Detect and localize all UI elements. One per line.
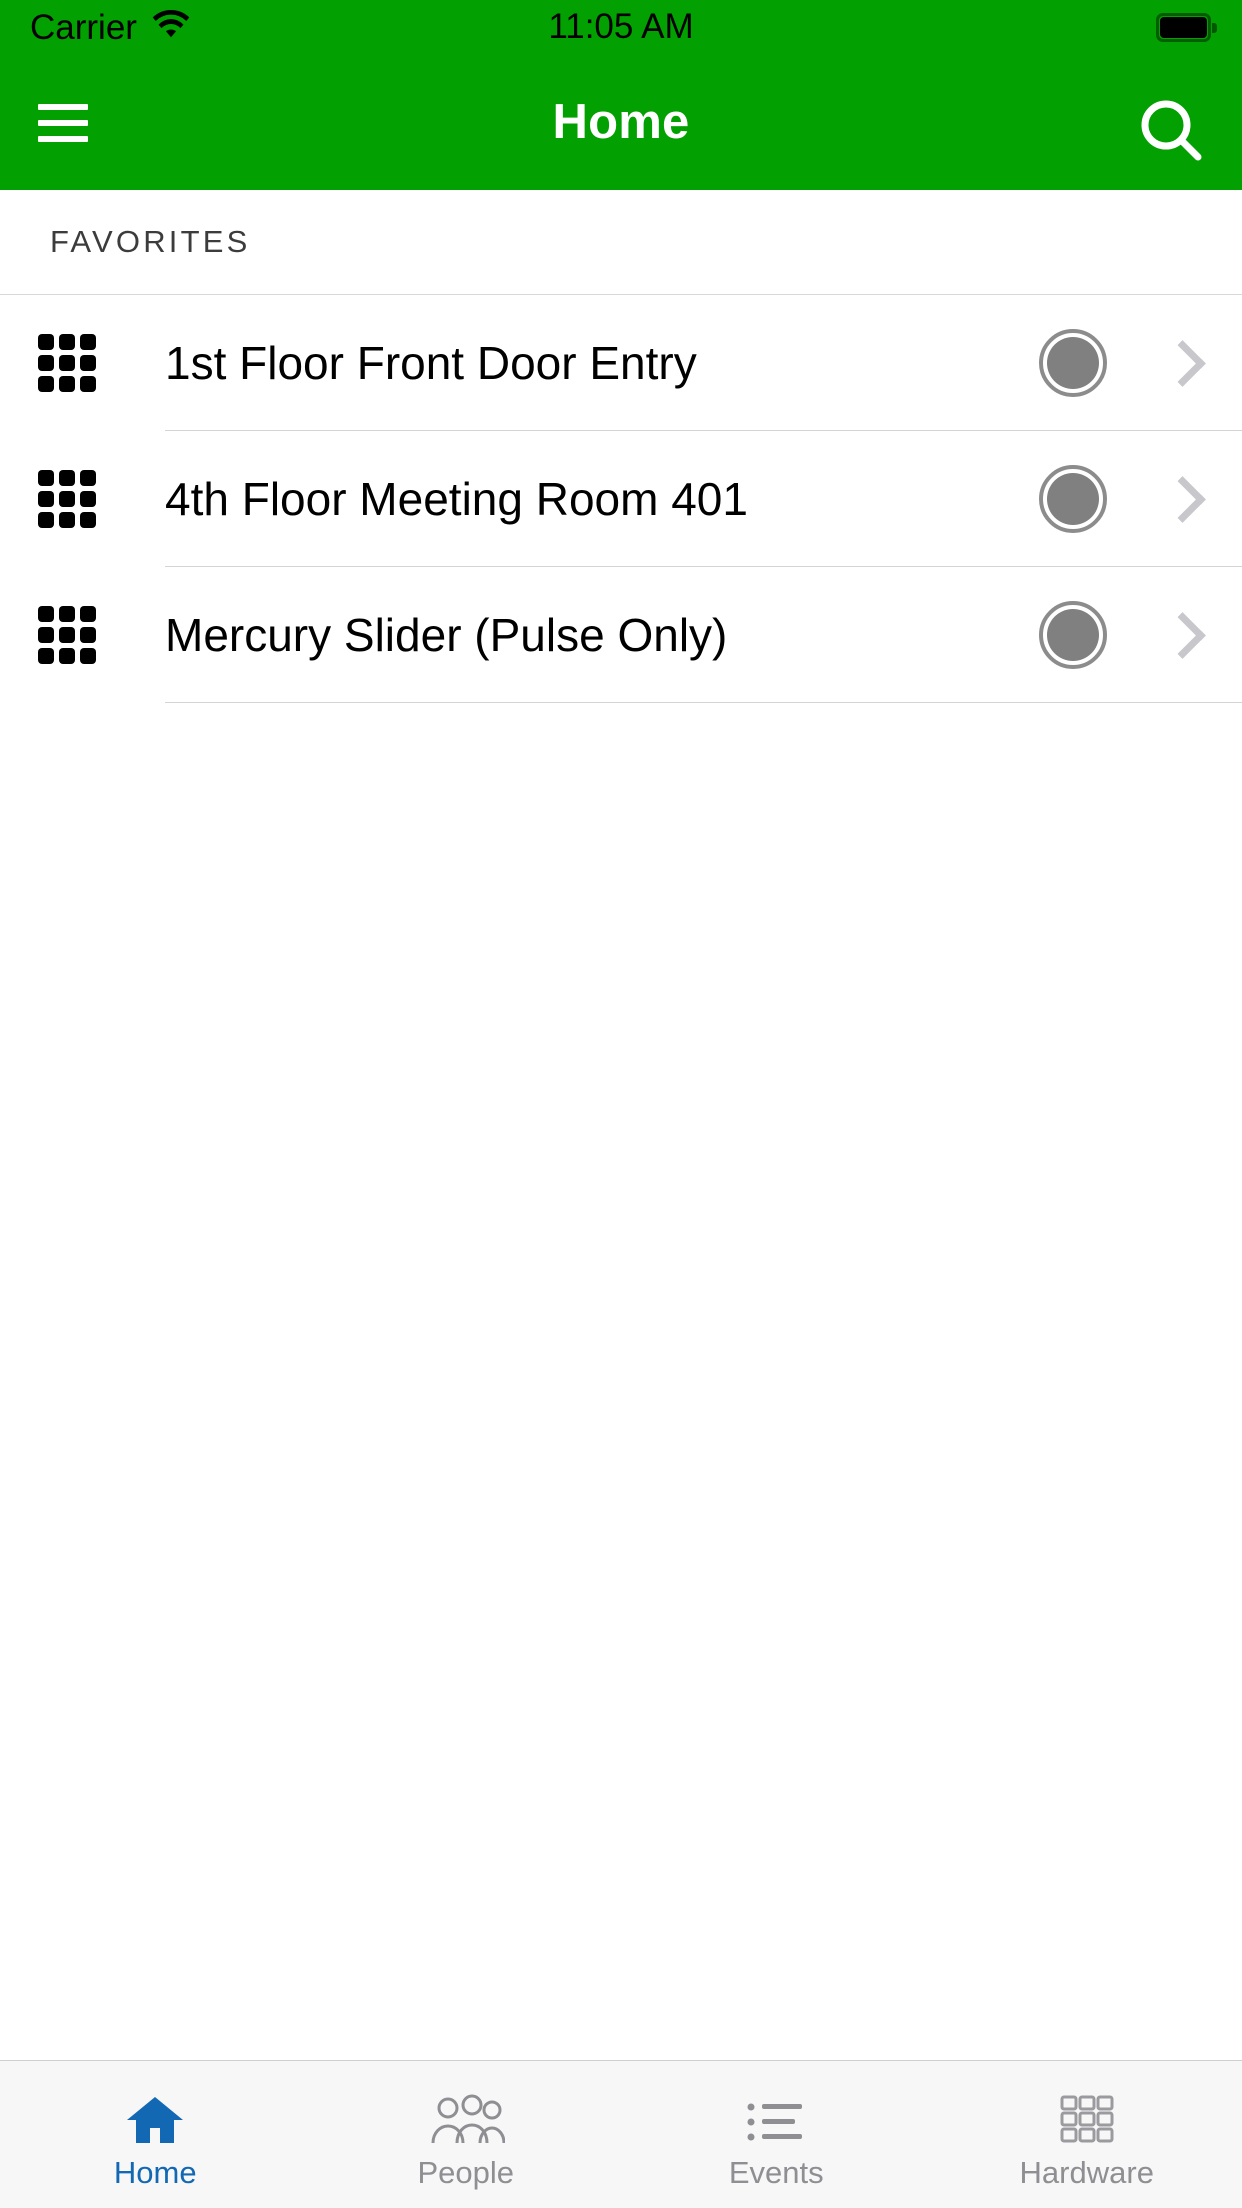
list-icon — [745, 2089, 807, 2147]
chevron-right-icon — [1166, 475, 1194, 523]
row-divider — [165, 702, 1242, 703]
status-circle-icon[interactable] — [1039, 601, 1107, 669]
table-row[interactable]: Mercury Slider (Pulse Only) — [0, 567, 1242, 703]
table-row[interactable]: 4th Floor Meeting Room 401 — [0, 431, 1242, 567]
tab-events[interactable]: Events — [621, 2061, 932, 2208]
favorites-section-header: FAVORITES — [0, 190, 1242, 295]
clock-label: 11:05 AM — [548, 7, 694, 46]
grid-keypad-icon — [38, 334, 96, 392]
grid-squares-icon — [1056, 2089, 1118, 2147]
house-icon — [124, 2089, 186, 2147]
table-row[interactable]: 1st Floor Front Door Entry — [0, 295, 1242, 431]
navigation-bar: Home — [0, 54, 1242, 190]
search-icon[interactable] — [1136, 96, 1206, 166]
tab-hardware[interactable]: Hardware — [932, 2061, 1242, 2208]
list-item-label: 1st Floor Front Door Entry — [165, 337, 697, 389]
page-title: Home — [552, 95, 690, 149]
tab-label: Home — [113, 2154, 197, 2190]
tab-people[interactable]: People — [311, 2061, 622, 2208]
tab-home[interactable]: Home — [0, 2061, 311, 2208]
bottom-tab-bar: Home People Events Hardware — [0, 2060, 1242, 2208]
list-item-label: Mercury Slider (Pulse Only) — [165, 609, 728, 661]
status-bar: Carrier 11:05 AM — [0, 0, 1242, 54]
app-screen: Carrier 11:05 AM Home FAVORITES 1st Floo… — [0, 0, 1242, 2208]
list-item-label: 4th Floor Meeting Room 401 — [165, 473, 748, 525]
tab-label: People — [417, 2154, 515, 2190]
main-content: FAVORITES 1st Floor Front Door Entry 4th… — [0, 190, 1242, 2060]
people-icon — [427, 2089, 505, 2147]
chevron-right-icon — [1166, 339, 1194, 387]
status-circle-icon[interactable] — [1039, 329, 1107, 397]
tab-label: Hardware — [1019, 2154, 1154, 2190]
grid-keypad-icon — [38, 470, 96, 528]
status-bar-right — [1156, 0, 1217, 54]
status-bar-center: 11:05 AM — [0, 0, 1242, 54]
status-circle-icon[interactable] — [1039, 465, 1107, 533]
chevron-right-icon — [1166, 611, 1194, 659]
grid-keypad-icon — [38, 606, 96, 664]
battery-full-icon — [1156, 12, 1217, 42]
tab-label: Events — [728, 2154, 824, 2190]
